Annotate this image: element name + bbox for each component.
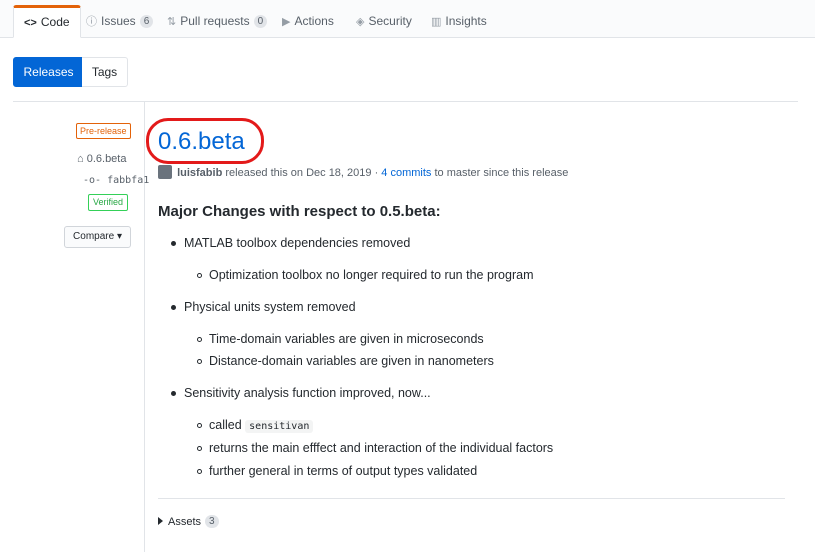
releases-button[interactable]: Releases — [13, 57, 84, 87]
assets-label: Assets — [168, 516, 202, 528]
pr-counter: 0 — [253, 15, 268, 28]
list-item: returns the main efffect and interaction… — [209, 441, 554, 455]
tab-code[interactable]: <> Code — [13, 5, 81, 38]
released-text: released this on Dec 18, 2019 · — [225, 167, 379, 179]
assets-toggle[interactable]: Assets 3 — [158, 515, 219, 528]
triangle-right-icon — [158, 517, 163, 525]
list-item-text: called — [209, 418, 242, 432]
play-icon: ▶ — [282, 16, 291, 28]
tag-icon: ⌂ — [77, 153, 84, 165]
divider — [13, 101, 798, 102]
release-byline: luisfabib released this on Dec 18, 2019 … — [158, 165, 568, 180]
tab-insights[interactable]: ▥ Insights — [431, 6, 487, 37]
list-item: called sensitivan — [209, 418, 314, 433]
commit-sha: fabbfa1 — [107, 175, 150, 186]
tab-label: Actions — [294, 14, 334, 28]
tab-label: Issues — [101, 14, 136, 28]
repo-tabs: <> Code ⓘ Issues 6 ⇅ Pull requests 0 ▶ Actions… — [0, 0, 815, 38]
code-snippet: sensitivan — [245, 420, 314, 433]
tags-button[interactable]: Tags — [82, 57, 128, 87]
tag-label: 0.6.beta — [86, 153, 127, 165]
commits-link[interactable]: 4 commits — [381, 167, 431, 179]
bullet — [197, 337, 202, 342]
tab-actions[interactable]: ▶ Actions — [282, 6, 334, 37]
list-item: Sensitivity analysis function improved, … — [184, 386, 431, 400]
bullet — [171, 391, 176, 396]
author-link[interactable]: luisfabib — [177, 167, 222, 179]
bullet — [171, 241, 176, 246]
release-heading: Major Changes with respect to 0.5.beta: — [158, 203, 441, 220]
list-item: MATLAB toolbox dependencies removed — [184, 236, 411, 250]
tab-pull-requests[interactable]: ⇅ Pull requests 0 — [167, 6, 268, 37]
bullet — [197, 273, 202, 278]
code-icon: <> — [24, 17, 37, 29]
tab-label: Code — [40, 15, 70, 29]
graph-icon: ▥ — [431, 16, 442, 28]
bullet — [197, 469, 202, 474]
tab-label: Pull requests — [180, 14, 250, 28]
assets-counter: 3 — [205, 515, 219, 528]
tab-issues[interactable]: ⓘ Issues 6 — [86, 6, 154, 37]
verified-badge[interactable]: Verified — [88, 194, 129, 211]
avatar[interactable] — [158, 165, 172, 179]
bullet — [171, 305, 176, 310]
list-item: Physical units system removed — [184, 300, 356, 314]
compare-button[interactable]: Compare ▾ — [64, 226, 131, 248]
release-tag[interactable]: ⌂ 0.6.beta — [77, 153, 126, 165]
divider — [158, 498, 785, 499]
list-item: Distance-domain variables are given in n… — [209, 354, 494, 368]
bullet — [197, 423, 202, 428]
bullet — [197, 359, 202, 364]
list-item: Optimization toolbox no longer required … — [209, 268, 534, 282]
pre-release-badge: Pre-release — [76, 123, 131, 139]
bullet — [197, 446, 202, 451]
issue-icon: ⓘ — [86, 16, 97, 28]
pull-request-icon: ⇅ — [167, 16, 177, 28]
timeline-divider — [144, 102, 145, 552]
list-item: further general in terms of output types… — [209, 464, 478, 478]
highlight-circle — [146, 118, 264, 164]
tab-label: Insights — [445, 14, 487, 28]
release-commit[interactable]: -o- fabbfa1 — [83, 175, 149, 186]
tab-security[interactable]: ◈ Security — [356, 6, 412, 37]
commit-icon: -o- — [83, 175, 102, 186]
issues-counter: 6 — [139, 15, 154, 28]
since-text: to master since this release — [434, 167, 569, 179]
shield-icon: ◈ — [356, 16, 365, 28]
list-item: Time-domain variables are given in micro… — [209, 332, 484, 346]
tab-label: Security — [368, 14, 412, 28]
